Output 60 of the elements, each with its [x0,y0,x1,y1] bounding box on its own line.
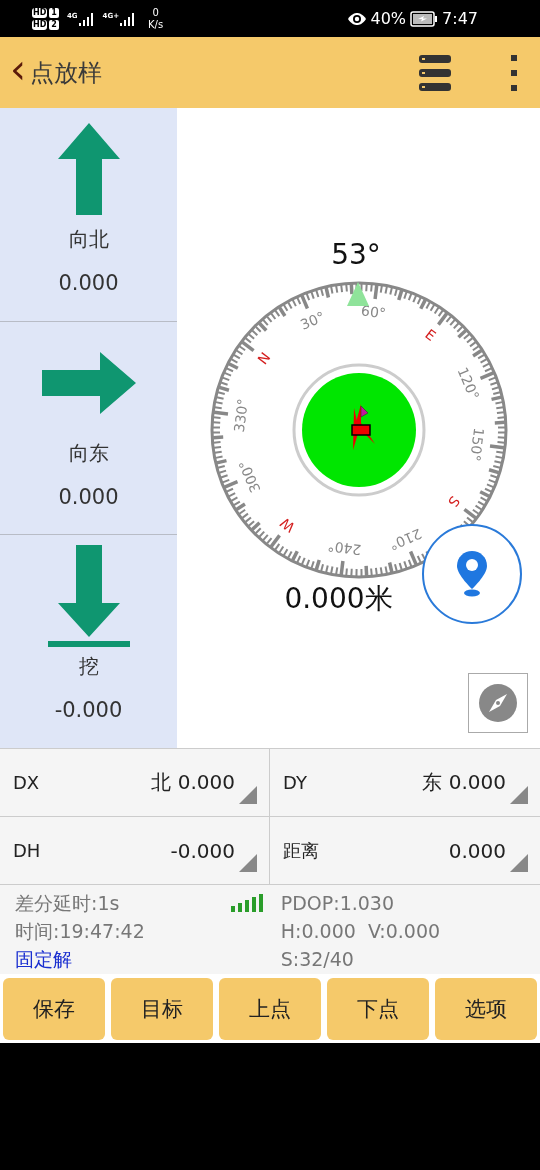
direction-label: 向北 [68,226,109,253]
value-field[interactable]: DX 北 0.000 [0,749,270,817]
north-arrow-icon [57,123,120,215]
dig-arrow-icon [47,545,130,648]
dial-label: W [276,514,298,536]
precision-text: H:0.000 V:0.000 [280,919,442,944]
corner-triangle-icon [239,786,257,804]
pdop-text: PDOP:1.030 [280,891,396,916]
sim-slot: 1 [49,7,59,18]
dial-label: N [253,349,273,368]
dial-label: 240° [326,538,362,559]
direction-value: -0.000 [54,698,123,723]
value-field[interactable]: DH -0.000 [0,817,270,885]
direction-label: 向东 [68,439,109,467]
dial-label: 330° [230,397,251,434]
signal-icon [78,11,95,26]
signal-icon [230,894,263,912]
dial-label: 150° [466,426,487,463]
dial-label: S [444,493,463,510]
dial-label: 30° [297,308,327,333]
sim-badge: HD [32,7,48,18]
action-button[interactable]: 选项 [435,978,537,1040]
list-button[interactable] [418,52,452,93]
direction-label: 挖 [78,653,99,681]
dial-label: 60° [359,302,387,322]
back-button[interactable]: ‹ [6,48,30,97]
east-arrow-icon [41,351,136,414]
dial-label: E [421,325,439,344]
sim-badge: HD [32,19,48,30]
dial-label: 120° [454,364,482,403]
heading-reading: 53° [331,238,381,272]
action-button[interactable]: 目标 [111,978,213,1040]
battery-percent: 40% [370,9,407,28]
eye-icon [346,11,367,26]
corner-triangle-icon [510,786,528,804]
action-button[interactable]: 上点 [219,978,321,1040]
speed-unit: K/s [148,18,164,31]
delay-text: 差分延时:1s [15,891,120,916]
corner-triangle-icon [510,854,528,872]
pin-icon [457,551,487,597]
speed-value: 0 [152,6,159,19]
action-button[interactable]: 下点 [327,978,429,1040]
corner-triangle-icon [239,854,257,872]
dial-label: 210° [386,525,424,554]
more-button[interactable] [510,54,518,91]
solution-status: 固定解 [15,947,73,972]
compass-button[interactable] [468,673,528,733]
sim-slot: 2 [49,19,59,30]
direction-value: 0.000 [58,484,119,509]
page-title: 点放样 [30,57,103,89]
battery-icon [410,10,439,27]
pointer-icon [346,282,369,306]
direction-value: 0.000 [58,271,119,295]
clock: 7:47 [442,9,478,28]
action-button[interactable]: 保存 [3,978,105,1040]
satellite-text: S:32/40 [280,947,355,972]
signal-icon [120,11,137,26]
distance-reading: 0.000米 [284,581,393,617]
dial-label: 300° [235,457,263,496]
time-text: 时间:19:47:42 [15,919,146,944]
